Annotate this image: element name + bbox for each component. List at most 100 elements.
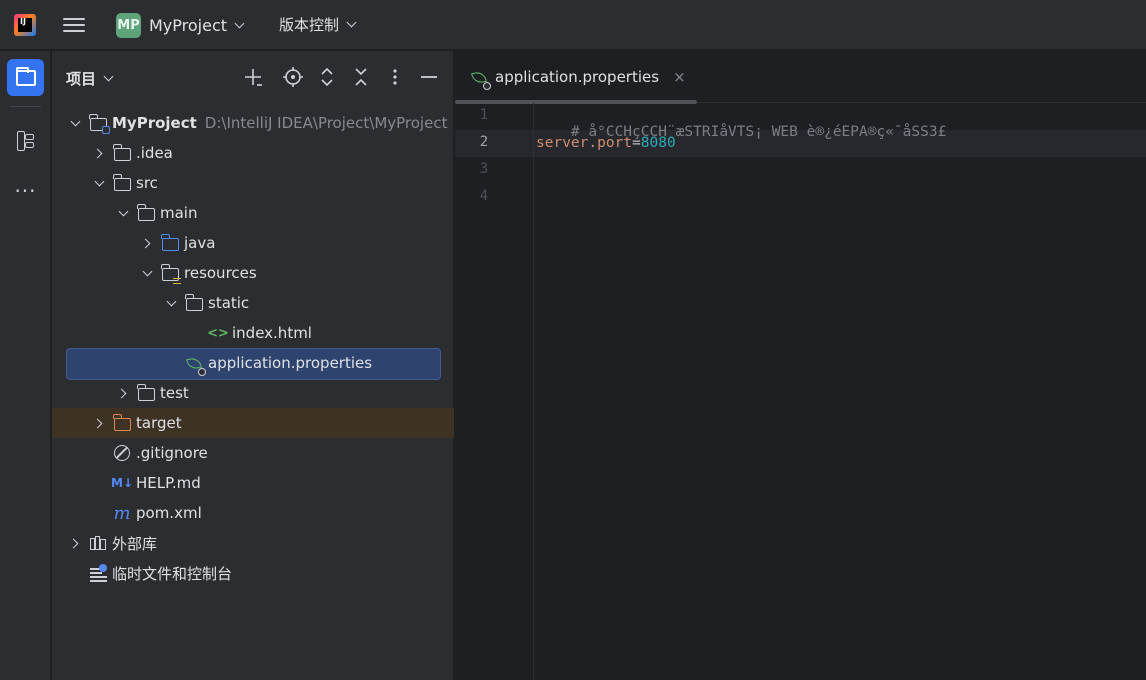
tree-item-java[interactable]: java xyxy=(52,228,454,258)
tree-item-path: D:\IntelliJ IDEA\Project\MyProject xyxy=(204,114,448,132)
tool-window-bar: ··· xyxy=(0,51,51,680)
editor-area: application.properties × 1 2 3 4 # å°CCH… xyxy=(455,51,1146,680)
tree-item-pom-xml[interactable]: m pom.xml xyxy=(52,498,454,528)
tree-item-label: pom.xml xyxy=(136,504,202,522)
more-icon: ··· xyxy=(14,178,37,203)
divider xyxy=(10,106,41,107)
folder-icon xyxy=(112,174,132,192)
project-switcher[interactable]: MP MyProject xyxy=(116,12,245,38)
chevron-down-icon xyxy=(346,17,357,28)
code-line-2[interactable]: server.port=8080 xyxy=(536,135,676,151)
tree-item-src[interactable]: src xyxy=(52,168,454,198)
tab-label: application.properties xyxy=(495,68,660,86)
tree-item-application-properties[interactable]: application.properties xyxy=(52,348,454,380)
markdown-file-icon: M↓ xyxy=(111,476,133,490)
source-folder-icon xyxy=(160,234,180,252)
locate-icon[interactable] xyxy=(282,66,304,88)
folder-icon xyxy=(136,384,156,402)
tree-item-test[interactable]: test xyxy=(52,378,454,408)
project-name: MyProject xyxy=(149,15,228,35)
folder-icon xyxy=(15,66,36,86)
tree-item-scratches[interactable]: 临时文件和控制台 xyxy=(52,558,454,588)
chevron-down-icon xyxy=(234,18,245,28)
tree-item-label: .gitignore xyxy=(136,444,208,462)
tree-item-label: java xyxy=(184,234,216,252)
property-equals: = xyxy=(632,135,641,151)
structure-tool-button[interactable] xyxy=(7,122,44,159)
folder-icon xyxy=(112,144,132,162)
expand-all-icon[interactable] xyxy=(316,66,338,88)
vcs-label: 版本控制 xyxy=(279,16,340,34)
tree-item-label: 外部库 xyxy=(112,534,158,553)
tree-item-label: target xyxy=(136,414,182,432)
resources-folder-icon xyxy=(160,264,181,284)
chevron-right-icon[interactable] xyxy=(138,234,156,252)
project-panel: 项目 MyProject D:\IntelliJ IDEA\Project\My… xyxy=(52,51,454,680)
line-number: 3 xyxy=(479,161,489,177)
tree-item-label: 临时文件和控制台 xyxy=(112,564,233,583)
tree-item-label: MyProject xyxy=(112,114,197,132)
library-icon xyxy=(88,534,108,552)
tree-item-label: resources xyxy=(184,264,257,282)
project-badge: MP xyxy=(116,12,141,38)
chevron-down-icon[interactable] xyxy=(138,264,156,282)
project-tool-button[interactable] xyxy=(7,59,44,96)
tree-item-resources[interactable]: resources xyxy=(52,258,454,288)
tree-item-label: main xyxy=(160,204,198,222)
scratches-icon xyxy=(88,564,108,582)
tree-item-target[interactable]: target xyxy=(52,408,454,438)
spring-properties-icon xyxy=(469,68,491,90)
tree-item-label: application.properties xyxy=(208,354,373,372)
collapse-all-icon[interactable] xyxy=(350,66,372,88)
chevron-down-icon[interactable] xyxy=(66,114,84,132)
folder-icon xyxy=(184,294,204,312)
spring-properties-icon xyxy=(184,354,206,376)
line-number: 1 xyxy=(479,107,489,123)
tree-item-label: .idea xyxy=(136,144,173,162)
html-file-icon: <> xyxy=(207,325,229,341)
tree-item-label: HELP.md xyxy=(136,474,201,492)
chevron-down-icon[interactable] xyxy=(114,204,132,222)
panel-title: 项目 xyxy=(66,70,97,88)
panel-header: 项目 xyxy=(52,51,454,103)
tree-item-gitignore[interactable]: .gitignore xyxy=(52,438,454,468)
ignore-file-icon xyxy=(112,444,132,462)
tree-item-external-libraries[interactable]: 外部库 xyxy=(52,528,454,558)
tree-item-myproject[interactable]: MyProject D:\IntelliJ IDEA\Project\MyPro… xyxy=(52,108,454,138)
line-gutter: 1 2 3 4 xyxy=(455,103,534,680)
tree-item-index-html[interactable]: <> index.html xyxy=(52,318,454,348)
tree-item-main[interactable]: main xyxy=(52,198,454,228)
tree-item-label: test xyxy=(160,384,189,402)
tree-item-static[interactable]: static xyxy=(52,288,454,318)
intellij-logo-icon[interactable]: IJ xyxy=(14,14,36,36)
chevron-down-icon[interactable] xyxy=(162,294,180,312)
panel-title-dropdown[interactable]: 项目 xyxy=(66,68,114,89)
chevron-down-icon[interactable] xyxy=(90,174,108,192)
tab-application-properties[interactable]: application.properties × xyxy=(455,51,700,103)
folder-icon xyxy=(136,204,156,222)
options-icon[interactable] xyxy=(384,66,406,88)
module-folder-icon xyxy=(88,114,110,134)
chevron-right-icon[interactable] xyxy=(66,534,84,552)
editor-tabs: application.properties × xyxy=(455,51,1146,104)
chevron-right-icon[interactable] xyxy=(90,144,108,162)
vcs-menu[interactable]: 版本控制 xyxy=(279,14,357,35)
tree-item-label: index.html xyxy=(232,324,312,342)
tree-item-help-md[interactable]: M↓ HELP.md xyxy=(52,468,454,498)
title-bar: IJ MP MyProject 版本控制 xyxy=(0,0,1146,50)
line-number: 4 xyxy=(479,188,489,204)
main-menu-icon[interactable] xyxy=(63,15,85,35)
minimize-icon[interactable] xyxy=(418,66,440,88)
tree-item-idea[interactable]: .idea xyxy=(52,138,454,168)
tree-item-label: static xyxy=(208,294,250,312)
property-value: 8080 xyxy=(640,135,676,151)
close-icon[interactable]: × xyxy=(673,68,686,86)
excluded-folder-icon xyxy=(112,414,132,432)
tree-item-label: src xyxy=(136,174,158,192)
chevron-down-icon xyxy=(103,71,114,82)
more-tools-button[interactable]: ··· xyxy=(7,172,44,209)
chevron-right-icon[interactable] xyxy=(114,384,132,402)
project-tree: MyProject D:\IntelliJ IDEA\Project\MyPro… xyxy=(52,108,454,588)
new-file-icon[interactable] xyxy=(242,66,264,88)
chevron-right-icon[interactable] xyxy=(90,414,108,432)
